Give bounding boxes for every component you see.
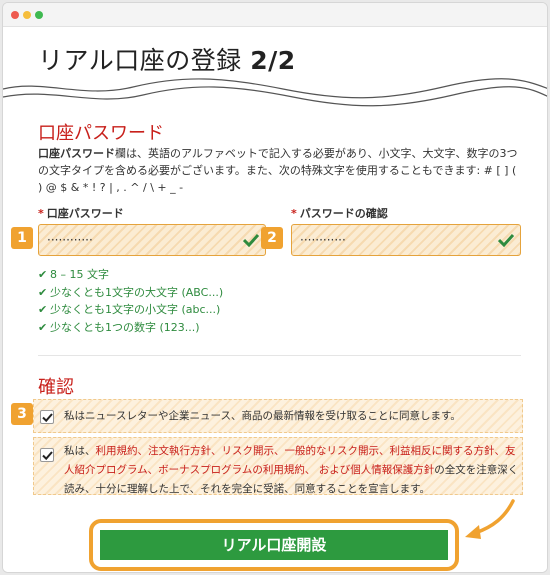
maximize-window-dot[interactable] [35, 11, 43, 19]
requirement-item: ✔ 少なくとも1文字の小文字 (abc...) [38, 301, 223, 319]
requirement-item: ✔ 少なくとも1つの数字 (123...) [38, 319, 223, 337]
terms-consent-text: 私は、利用規約、注文執行方針、リスク開示、一般的なリスク開示、利益相反に関する方… [64, 445, 519, 495]
password-label-text: 口座パスワード [46, 207, 124, 220]
torn-paper-divider [3, 78, 547, 111]
newsletter-consent-text: 私はニュースレターや企業ニュース、商品の最新情報を受け取ることに同意します。 [64, 410, 461, 422]
step-badge-1: 1 [11, 227, 33, 249]
submit-highlight-frame: リアル口座開設 [89, 519, 459, 571]
password-requirements: ✔ 8 – 15 文字 ✔ 少なくとも1文字の大文字 (ABC...) ✔ 少なくとも… [38, 266, 223, 336]
confirm-password-input-value: ············ [300, 233, 346, 247]
newsletter-consent[interactable]: 私はニュースレターや企業ニュース、商品の最新情報を受け取ることに同意します。 [33, 399, 523, 433]
check-icon: ✔ [38, 303, 48, 316]
page-title-text: リアル口座の登録 [38, 46, 242, 75]
password-section-title: 口座パスワード [38, 123, 164, 144]
open-real-account-button[interactable]: リアル口座開設 [100, 530, 448, 560]
newsletter-checkbox[interactable] [40, 410, 54, 424]
minimize-window-dot[interactable] [23, 11, 31, 19]
pointer-arrow-icon [465, 499, 515, 539]
checkmark-icon [42, 451, 53, 461]
confirm-password-label: * パスワードの確認 [291, 205, 388, 221]
check-icon [498, 233, 514, 247]
terms-consent[interactable]: 私は、利用規約、注文執行方針、リスク開示、一般的なリスク開示、利益相反に関する方… [33, 437, 523, 495]
password-input[interactable]: ············ [38, 224, 266, 256]
section-divider [38, 355, 521, 356]
check-icon: ✔ [38, 268, 48, 281]
confirm-password-input[interactable]: ············ [291, 224, 521, 256]
check-icon [243, 233, 259, 247]
check-icon: ✔ [38, 285, 48, 299]
step-badge-2: 2 [261, 227, 283, 249]
window-titlebar [3, 3, 547, 27]
step-badge-3: 3 [11, 403, 33, 425]
password-description: 口座パスワード欄は、英語のアルファベットで記入する必要があり、小文字、大文字、数… [38, 145, 518, 196]
password-input-value: ············ [47, 233, 93, 247]
requirement-item: ✔ 8 – 15 文字 [38, 266, 223, 284]
form-content: 口座パスワード 口座パスワード欄は、英語のアルファベットで記入する必要があり、小… [3, 107, 547, 572]
password-label: * 口座パスワード [38, 205, 124, 221]
check-icon: ✔ [38, 320, 48, 334]
page-step: 2/2 [250, 46, 296, 75]
browser-window: リアル口座の登録 2/2 口座パスワード 口座パスワード欄は、英語のアルファベッ… [2, 2, 548, 573]
checkmark-icon [42, 413, 53, 423]
page-title: リアル口座の登録 2/2 [38, 41, 296, 77]
confirm-section-title: 確認 [38, 377, 74, 398]
password-description-bold: 口座パスワード [38, 147, 115, 160]
confirm-password-label-text: パスワードの確認 [299, 207, 388, 220]
required-mark: * [38, 207, 44, 220]
required-mark: * [291, 207, 297, 220]
terms-checkbox[interactable] [40, 448, 54, 462]
requirement-item: ✔ 少なくとも1文字の大文字 (ABC...) [38, 284, 223, 302]
close-window-dot[interactable] [11, 11, 19, 19]
